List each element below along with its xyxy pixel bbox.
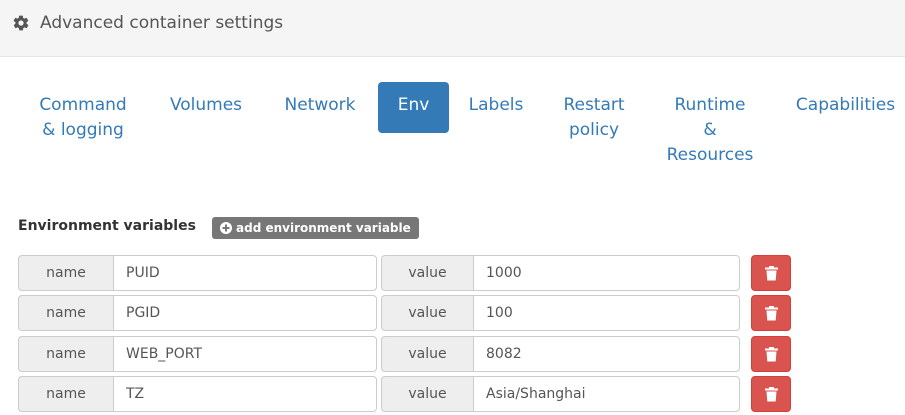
panel-header: Advanced container settings — [0, 0, 905, 57]
tab-volumes[interactable]: Volumes — [160, 80, 252, 118]
env-name-input[interactable] — [113, 295, 377, 331]
env-value-input[interactable] — [473, 255, 740, 291]
name-addon: name — [18, 295, 113, 331]
env-variable-row: name value — [0, 336, 905, 372]
tab-command-logging[interactable]: Command & logging — [30, 80, 136, 143]
environment-variables-label: Environment variables — [18, 218, 196, 234]
env-value-group: value — [381, 376, 740, 412]
tab-labels[interactable]: Labels — [462, 80, 530, 118]
name-addon: name — [18, 336, 113, 372]
panel-title: Advanced container settings — [40, 13, 284, 33]
env-name-input[interactable] — [113, 255, 377, 291]
tab-restart-policy[interactable]: Restart policy — [554, 80, 634, 143]
value-addon: value — [381, 255, 473, 291]
tab-capabilities[interactable]: Capabilities — [788, 80, 903, 118]
remove-variable-button[interactable] — [751, 336, 791, 372]
trash-icon — [765, 347, 778, 362]
env-value-input[interactable] — [473, 376, 740, 412]
env-name-group: name — [18, 336, 377, 372]
remove-variable-button[interactable] — [751, 295, 791, 331]
env-value-group: value — [381, 336, 740, 372]
env-variable-row: name value — [0, 255, 905, 291]
env-name-input[interactable] — [113, 336, 377, 372]
value-addon: value — [381, 295, 473, 331]
value-addon: value — [381, 376, 473, 412]
gear-icon — [13, 15, 29, 31]
tab-runtime-resources[interactable]: Runtime & Resources — [658, 80, 762, 168]
env-name-input[interactable] — [113, 376, 377, 412]
settings-tabs: Command & logging Volumes Network Env La… — [0, 80, 905, 180]
env-value-input[interactable] — [473, 295, 740, 331]
remove-variable-button[interactable] — [751, 255, 791, 291]
tab-network[interactable]: Network — [274, 80, 366, 118]
add-environment-variable-label: add environment variable — [236, 221, 411, 235]
env-name-group: name — [18, 255, 377, 291]
name-addon: name — [18, 255, 113, 291]
add-environment-variable-button[interactable]: add environment variable — [212, 217, 419, 239]
remove-variable-button[interactable] — [751, 376, 791, 412]
env-value-group: value — [381, 255, 740, 291]
env-name-group: name — [18, 295, 377, 331]
value-addon: value — [381, 336, 473, 372]
tab-env[interactable]: Env — [378, 82, 449, 133]
name-addon: name — [18, 376, 113, 412]
env-variable-row: name value — [0, 376, 905, 412]
env-variable-row: name value — [0, 295, 905, 331]
env-value-group: value — [381, 295, 740, 331]
trash-icon — [765, 266, 778, 281]
env-name-group: name — [18, 376, 377, 412]
env-value-input[interactable] — [473, 336, 740, 372]
plus-circle-icon — [220, 222, 232, 234]
trash-icon — [765, 387, 778, 402]
trash-icon — [765, 306, 778, 321]
